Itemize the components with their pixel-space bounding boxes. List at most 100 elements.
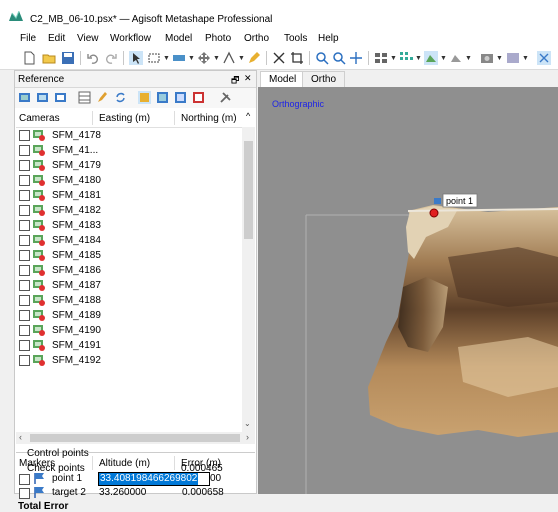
redo-icon[interactable] — [104, 51, 118, 65]
zoom-out-icon[interactable] — [332, 51, 346, 65]
tab-ortho[interactable]: Ortho — [302, 71, 346, 87]
table-view-icon[interactable] — [78, 91, 91, 104]
pencil-icon[interactable] — [247, 51, 261, 65]
camera-checkbox[interactable] — [19, 295, 30, 306]
menu-view[interactable]: View — [77, 33, 99, 44]
save-icon[interactable] — [61, 51, 75, 65]
shaded-view-icon[interactable] — [449, 51, 463, 65]
export-reference-icon[interactable] — [36, 91, 49, 104]
camera-row[interactable]: SFM_4183 — [16, 218, 242, 233]
marker-row-point-1[interactable]: point 1 33.408198466269802 00 — [16, 472, 255, 486]
undo-icon[interactable] — [86, 51, 100, 65]
import-reference-icon[interactable] — [18, 91, 31, 104]
northing-column-header[interactable]: Northing (m) — [181, 113, 237, 124]
menu-ortho[interactable]: Ortho — [244, 33, 269, 44]
menu-model[interactable]: Model — [165, 33, 192, 44]
camera-checkbox[interactable] — [19, 220, 30, 231]
menu-file[interactable]: File — [20, 33, 36, 44]
rectangle-selection-icon[interactable] — [147, 51, 161, 65]
ruler-icon[interactable] — [172, 51, 186, 65]
view-source-icon[interactable] — [138, 91, 151, 104]
scroll-left-icon[interactable]: ‹ — [19, 432, 22, 442]
cameras-horizontal-scrollbar[interactable]: ‹ › — [16, 432, 255, 444]
camera-row[interactable]: SFM_4190 — [16, 323, 242, 338]
view-errors-icon[interactable] — [174, 91, 187, 104]
marker-point-1-icon[interactable] — [429, 208, 439, 218]
camera-checkbox[interactable] — [19, 130, 30, 141]
camera-row[interactable]: SFM_4179 — [16, 158, 242, 173]
camera-checkbox[interactable] — [19, 325, 30, 336]
cameras-column-header[interactable]: Cameras — [19, 113, 60, 124]
marker-row-target-2[interactable]: target 2 33.260000 0.000658 — [16, 486, 255, 500]
move-region-icon[interactable] — [197, 51, 211, 65]
altitude-column-header[interactable]: Altitude (m) — [99, 458, 150, 469]
camera-row[interactable]: SFM_4187 — [16, 278, 242, 293]
camera-checkbox[interactable] — [19, 250, 30, 261]
view-estimated-icon[interactable] — [156, 91, 169, 104]
show-cameras-icon[interactable] — [374, 51, 388, 65]
h-scrollbar-thumb[interactable] — [30, 434, 240, 442]
scrollbar-thumb[interactable] — [244, 141, 253, 239]
camera-image-icon — [33, 249, 45, 261]
camera-row[interactable]: SFM_4189 — [16, 308, 242, 323]
camera-view-icon[interactable] — [480, 51, 494, 65]
camera-checkbox[interactable] — [19, 355, 30, 366]
camera-row[interactable]: SFM_4178 — [16, 128, 242, 143]
crop-icon[interactable] — [290, 51, 304, 65]
update-transform-icon[interactable] — [114, 91, 127, 104]
altitude-edit-input[interactable]: 33.408198466269802 — [98, 472, 210, 486]
camera-row[interactable]: SFM_4181 — [16, 188, 242, 203]
model-viewport[interactable]: Orthographic point 1 — [258, 87, 558, 494]
menu-edit[interactable]: Edit — [48, 33, 65, 44]
scroll-down-icon[interactable]: ⌄ — [244, 419, 251, 428]
scroll-up-arrow-icon[interactable]: ^ — [246, 111, 250, 121]
marker-checkbox[interactable] — [19, 474, 30, 485]
draw-polyline-icon[interactable] — [222, 51, 236, 65]
tab-model[interactable]: Model — [260, 71, 306, 87]
pen-edit-icon[interactable] — [96, 91, 109, 104]
delete-selection-icon[interactable] — [272, 51, 286, 65]
camera-row[interactable]: SFM_4186 — [16, 263, 242, 278]
camera-checkbox[interactable] — [19, 235, 30, 246]
float-panel-icon[interactable]: 🗗 — [231, 73, 239, 89]
reset-view-icon[interactable] — [349, 51, 363, 65]
camera-image-icon — [33, 159, 45, 171]
image-icon[interactable] — [506, 51, 520, 65]
camera-checkbox[interactable] — [19, 205, 30, 216]
view-variance-icon[interactable] — [192, 91, 205, 104]
menu-workflow[interactable]: Workflow — [110, 33, 151, 44]
open-folder-icon[interactable] — [42, 51, 56, 65]
camera-checkbox[interactable] — [19, 280, 30, 291]
scroll-right-icon[interactable]: › — [246, 432, 249, 442]
menu-photo[interactable]: Photo — [205, 33, 231, 44]
camera-row[interactable]: SFM_4185 — [16, 248, 242, 263]
camera-row[interactable]: SFM_4180 — [16, 173, 242, 188]
camera-checkbox[interactable] — [19, 265, 30, 276]
navigation-cursor-icon[interactable] — [129, 51, 143, 65]
camera-row[interactable]: SFM_41... — [16, 143, 242, 158]
camera-row[interactable]: SFM_4192 — [16, 353, 242, 368]
camera-checkbox[interactable] — [19, 190, 30, 201]
menu-help[interactable]: Help — [318, 33, 339, 44]
show-markers-icon[interactable] — [537, 51, 551, 65]
camera-row[interactable]: SFM_4182 — [16, 203, 242, 218]
model-view-icon[interactable] — [424, 51, 438, 65]
settings-tools-icon[interactable] — [219, 91, 232, 104]
show-points-icon[interactable] — [399, 51, 413, 65]
close-panel-icon[interactable]: ✕ — [244, 73, 252, 84]
camera-label: SFM_4189 — [52, 310, 101, 321]
camera-checkbox[interactable] — [19, 175, 30, 186]
camera-checkbox[interactable] — [19, 310, 30, 321]
camera-checkbox[interactable] — [19, 160, 30, 171]
camera-row[interactable]: SFM_4184 — [16, 233, 242, 248]
camera-row[interactable]: SFM_4188 — [16, 293, 242, 308]
camera-row[interactable]: SFM_4191 — [16, 338, 242, 353]
zoom-in-icon[interactable] — [315, 51, 329, 65]
camera-checkbox[interactable] — [19, 340, 30, 351]
cameras-vertical-scrollbar[interactable]: ⌄ — [242, 127, 255, 432]
easting-column-header[interactable]: Easting (m) — [99, 113, 150, 124]
new-document-icon[interactable] — [22, 51, 36, 65]
clear-reference-icon[interactable] — [54, 91, 67, 104]
menu-tools[interactable]: Tools — [284, 33, 307, 44]
camera-checkbox[interactable] — [19, 145, 30, 156]
